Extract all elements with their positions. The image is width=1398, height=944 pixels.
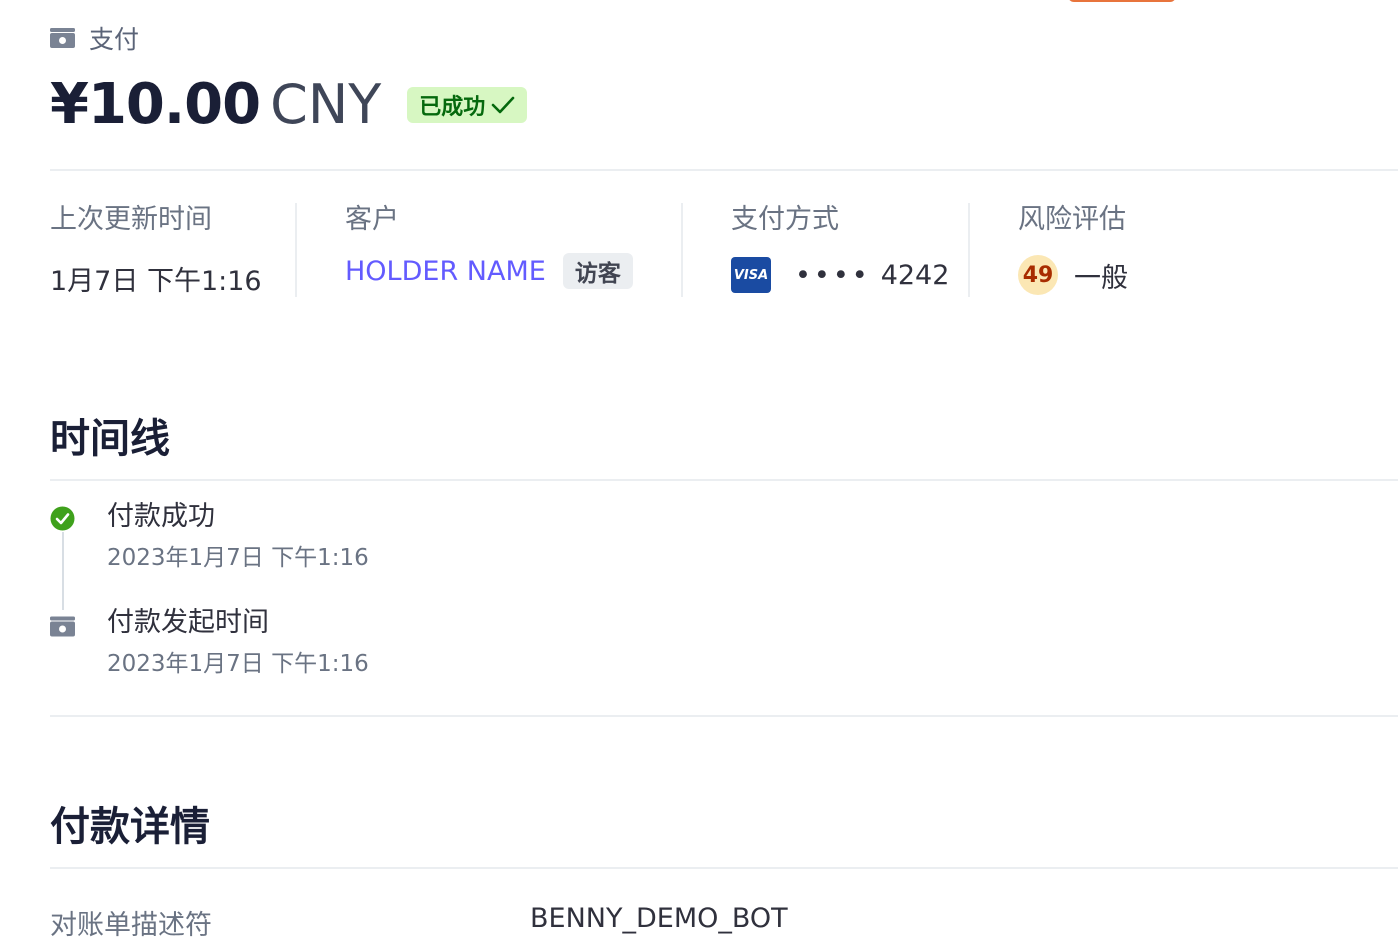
last-updated-title: 上次更新时间 <box>50 204 212 235</box>
payment-currency: CNY <box>270 73 382 136</box>
details-divider <box>50 867 1398 869</box>
summary-risk: 风险评估 49 一般 <box>968 203 1208 297</box>
detail-row: 对账单描述符 BENNY_DEMO_BOT <box>50 903 1350 943</box>
timeline-divider <box>50 479 1398 481</box>
timeline-connector <box>62 532 64 610</box>
summary-bar: 上次更新时间 1月7日 下午1:16 客户 HOLDER NAME 访客 支付方… <box>50 203 1208 297</box>
visa-card-icon: VISA <box>731 257 771 293</box>
risk-title: 风险评估 <box>1018 204 1126 235</box>
details-title: 付款详情 <box>50 804 210 850</box>
risk-level: 一般 <box>1074 262 1128 294</box>
risk-value[interactable]: 49 一般 <box>1018 255 1208 295</box>
payment-icon <box>50 616 75 637</box>
timeline-event-time: 2023年1月7日 下午1:16 <box>107 545 369 571</box>
top-accent-bar <box>1068 0 1176 2</box>
status-label: 已成功 <box>419 94 486 120</box>
amount-row: ¥10.00 CNY 已成功 <box>50 72 528 137</box>
header-divider <box>50 169 1398 171</box>
checkmark-icon <box>491 96 515 113</box>
timeline-event-title: 付款发起时间 <box>107 607 269 638</box>
customer-value: HOLDER NAME 访客 <box>345 253 681 289</box>
card-last4: 4242 <box>880 259 950 291</box>
card-mask-dots: •••• <box>795 259 871 291</box>
risk-score-badge: 49 <box>1018 255 1058 295</box>
detail-label: 对账单描述符 <box>50 910 212 941</box>
status-badge: 已成功 <box>407 86 528 123</box>
payment-icon <box>50 28 75 48</box>
timeline-bottom-divider <box>50 715 1398 717</box>
timeline-event-time: 2023年1月7日 下午1:16 <box>107 651 369 677</box>
payment-method-title: 支付方式 <box>731 204 839 235</box>
detail-value: BENNY_DEMO_BOT <box>530 903 788 934</box>
summary-last-updated: 上次更新时间 1月7日 下午1:16 <box>50 203 295 297</box>
check-circle-icon <box>50 506 75 531</box>
timeline-event-title: 付款成功 <box>107 501 215 532</box>
timeline-event-text: 付款发起时间 2023年1月7日 下午1:16 <box>107 606 369 678</box>
breadcrumb-label: 支付 <box>89 25 140 54</box>
last-updated-value: 1月7日 下午1:16 <box>50 266 262 297</box>
payment-method-value: VISA •••• 4242 <box>731 257 968 293</box>
customer-title: 客户 <box>345 204 399 235</box>
timeline-title: 时间线 <box>50 416 170 462</box>
summary-payment-method: 支付方式 VISA •••• 4242 <box>681 203 968 297</box>
payment-detail-page: 支付 ¥10.00 CNY 已成功 上次更新时间 1月7日 下午1:16 客户 … <box>0 0 1398 944</box>
breadcrumb[interactable]: 支付 <box>50 20 139 56</box>
customer-name-link[interactable]: HOLDER NAME <box>345 256 546 287</box>
summary-customer: 客户 HOLDER NAME 访客 <box>295 203 681 297</box>
timeline-event-text: 付款成功 2023年1月7日 下午1:16 <box>107 500 369 572</box>
guest-badge: 访客 <box>562 253 633 289</box>
payment-amount: ¥10.00 <box>50 72 261 137</box>
